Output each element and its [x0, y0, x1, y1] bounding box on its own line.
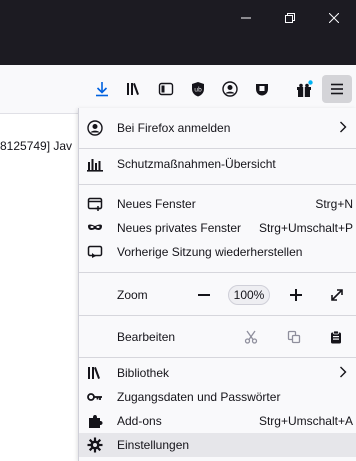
shortcut-label: Strg+Umschalt+P [258, 221, 353, 235]
menu-item-label: Schutzmaßnahmen-Übersicht [117, 157, 276, 171]
menu-item-new-window[interactable]: Neues Fenster Strg+N [79, 192, 356, 216]
ublock-icon: ub [192, 82, 204, 97]
minimize-button[interactable] [224, 0, 268, 36]
nav-toolbar: ub [0, 65, 356, 113]
menu-item-label: Vorherige Sitzung wiederherstellen [117, 245, 303, 259]
puzzle-piece-icon [87, 413, 103, 429]
menu-item-label: Einstellungen [117, 438, 190, 452]
menu-item-sign-in[interactable]: Bei Firefox anmelden [79, 116, 356, 140]
zoom-in-button[interactable] [284, 283, 308, 307]
library-button[interactable] [120, 75, 148, 103]
chevron-right-icon [339, 121, 347, 136]
library-icon [87, 365, 103, 381]
menu-item-label: Neues privates Fenster [117, 221, 242, 235]
minus-icon [198, 294, 210, 296]
menu-item-library[interactable]: Bibliothek [79, 361, 356, 385]
fullscreen-button[interactable] [325, 283, 349, 307]
copy-button[interactable] [282, 325, 306, 349]
app-menu-panel: Bei Firefox anmelden Schutzmaßnahmen-Übe… [78, 108, 356, 461]
ublock-button[interactable]: ub [184, 75, 212, 103]
close-icon [329, 13, 339, 23]
app-menu-button[interactable] [322, 75, 352, 103]
scissors-icon [244, 330, 258, 344]
menu-item-logins[interactable]: Zugangsdaten und Passwörter [79, 385, 356, 409]
menu-item-addons[interactable]: Add-ons Strg+Umschalt+A [79, 409, 356, 433]
downloads-icon [96, 82, 108, 97]
minimize-icon [241, 17, 251, 19]
restore-button[interactable] [268, 0, 312, 36]
clipboard-icon [331, 330, 341, 344]
zoom-row: Zoom [79, 283, 356, 307]
downloads-button[interactable] [88, 75, 116, 103]
menu-separator [79, 357, 356, 358]
menu-item-restore-session[interactable]: Vorherige Sitzung wiederherstellen [79, 240, 356, 264]
edit-label: Bearbeiten [117, 330, 176, 344]
library-icon [127, 83, 139, 95]
menu-item-protections[interactable]: Schutzmaßnahmen-Übersicht [79, 152, 356, 176]
menu-item-label: Zugangsdaten und Passwörter [117, 390, 281, 404]
sidebar-icon [158, 82, 174, 96]
copy-icon [287, 330, 301, 344]
account-icon [222, 81, 238, 97]
title-bar [0, 0, 356, 65]
shortcut-label: Strg+N [315, 197, 353, 211]
page-content: 8125749] Jav [0, 113, 78, 461]
menu-item-label: Neues Fenster [117, 197, 196, 211]
sidebar-button[interactable] [152, 75, 180, 103]
account-button[interactable] [216, 75, 244, 103]
zoom-out-button[interactable] [192, 283, 216, 307]
page-text: 8125749] Jav [0, 139, 73, 153]
menu-item-private-window[interactable]: Neues privates Fenster Strg+Umschalt+P [79, 216, 356, 240]
menu-separator [79, 184, 356, 185]
gift-button[interactable] [290, 75, 318, 103]
protections-dashboard-icon [87, 156, 103, 172]
plus-icon [290, 289, 302, 301]
fullscreen-icon [331, 289, 343, 301]
pocket-icon [256, 84, 268, 96]
menu-item-settings[interactable]: Einstellungen [79, 433, 356, 457]
cut-button[interactable] [239, 325, 263, 349]
new-window-icon [87, 196, 103, 212]
key-icon [87, 389, 103, 405]
restore-session-icon [87, 244, 103, 260]
menu-item-label: Bibliothek [117, 366, 170, 380]
pocket-button[interactable] [248, 75, 276, 103]
edit-row: Bearbeiten [79, 325, 356, 349]
menu-item-label: Bei Firefox anmelden [117, 121, 231, 135]
menu-item-label: Add-ons [117, 414, 162, 428]
menu-separator [79, 148, 356, 149]
zoom-label: Zoom [117, 288, 148, 302]
zoom-reset-button[interactable]: 100% [228, 285, 270, 305]
shortcut-label: Strg+Umschalt+A [258, 414, 353, 428]
menu-separator [79, 272, 356, 273]
account-icon [87, 120, 103, 136]
restore-icon [285, 13, 295, 23]
menu-icon [331, 83, 343, 95]
close-button[interactable] [312, 0, 356, 36]
svg-text:ub: ub [194, 87, 202, 94]
gear-icon [87, 437, 103, 453]
private-browsing-mask-icon [87, 220, 103, 236]
menu-separator [79, 315, 356, 316]
gift-icon [297, 80, 313, 97]
paste-button[interactable] [324, 325, 348, 349]
chevron-right-icon [339, 366, 347, 381]
